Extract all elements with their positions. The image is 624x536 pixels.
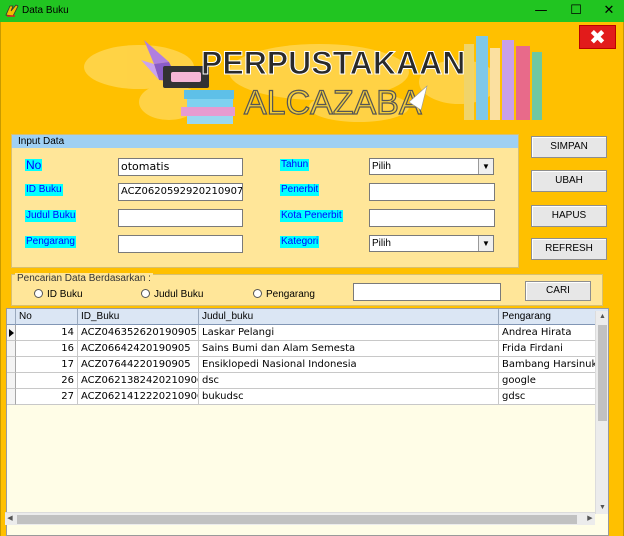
cell-judul-buku[interactable]: bukudsc bbox=[199, 389, 499, 405]
refresh-button[interactable]: REFRESH bbox=[531, 238, 607, 260]
radio-circle-icon bbox=[34, 289, 43, 298]
chevron-down-icon[interactable]: ▼ bbox=[478, 236, 493, 251]
exit-form-button[interactable]: ✖ bbox=[579, 25, 616, 49]
cell-judul-buku[interactable]: Laskar Pelangi bbox=[199, 325, 499, 341]
close-window-button[interactable]: ✕ bbox=[594, 0, 624, 22]
search-group-title: Pencarian Data Berdasarkan : bbox=[15, 273, 153, 284]
app-icon bbox=[5, 4, 19, 17]
banner-subtitle: ALCAZABA bbox=[244, 84, 422, 122]
radio-circle-icon bbox=[141, 289, 150, 298]
radio-pengarang-label: Pengarang bbox=[266, 289, 315, 300]
search-group: Pencarian Data Berdasarkan : ID Buku Jud… bbox=[11, 273, 603, 306]
input-data-header: Input Data bbox=[12, 135, 518, 148]
radio-id-buku[interactable]: ID Buku bbox=[34, 289, 83, 300]
cell-pengarang[interactable]: google bbox=[499, 373, 608, 389]
radio-pengarang[interactable]: Pengarang bbox=[253, 289, 315, 300]
kategori-select-value: Pilih bbox=[372, 238, 391, 249]
cell-id-buku[interactable]: ACZ0621382420210906 bbox=[78, 373, 199, 389]
penerbit-label: Penerbit bbox=[280, 184, 320, 196]
cell-judul-buku[interactable]: dsc bbox=[199, 373, 499, 389]
column-header-no[interactable]: No bbox=[16, 309, 78, 325]
row-selector[interactable] bbox=[7, 341, 16, 357]
horizontal-scroll-thumb[interactable] bbox=[17, 515, 577, 524]
scroll-down-icon[interactable]: ▼ bbox=[596, 502, 609, 514]
row-selector[interactable] bbox=[7, 373, 16, 389]
kota-penerbit-label: Kota Penerbit bbox=[280, 210, 343, 222]
radio-judul-buku-label: Judul Buku bbox=[154, 289, 204, 300]
radio-circle-icon bbox=[253, 289, 262, 298]
judul-buku-field[interactable] bbox=[118, 209, 243, 227]
table-corner-header bbox=[7, 309, 16, 325]
cell-no[interactable]: 27 bbox=[16, 389, 78, 405]
id-buku-label: ID Buku bbox=[25, 184, 63, 196]
penerbit-field[interactable] bbox=[369, 183, 495, 201]
library-banner: PERPUSTAKAAN ALCAZABA bbox=[84, 36, 542, 124]
vertical-scroll-thumb[interactable] bbox=[598, 325, 607, 421]
row-selector[interactable] bbox=[7, 389, 16, 405]
kategori-select[interactable]: Pilih ▼ bbox=[369, 235, 494, 252]
vertical-scrollbar[interactable]: ▲ ▼ bbox=[595, 311, 608, 514]
search-input[interactable] bbox=[353, 283, 501, 301]
scroll-up-icon[interactable]: ▲ bbox=[596, 311, 609, 323]
cell-no[interactable]: 16 bbox=[16, 341, 78, 357]
current-row-arrow-icon bbox=[9, 329, 14, 337]
maximize-button[interactable]: ☐ bbox=[561, 0, 591, 22]
kategori-label: Kategori bbox=[280, 236, 320, 248]
books-table[interactable]: No ID_Buku Judul_buku Pengarang 14 ACZ04… bbox=[6, 308, 609, 536]
column-header-pengarang[interactable]: Pengarang bbox=[499, 309, 608, 325]
tahun-label: Tahun bbox=[280, 159, 310, 171]
scroll-right-icon[interactable]: ▶ bbox=[585, 513, 595, 525]
cell-pengarang[interactable]: gdsc bbox=[499, 389, 608, 405]
title-bar: Data Buku — ☐ ✕ bbox=[0, 0, 624, 22]
cell-no[interactable]: 14 bbox=[16, 325, 78, 341]
cell-id-buku[interactable]: ACZ07644220190905 bbox=[78, 357, 199, 373]
simpan-button[interactable]: SIMPAN bbox=[531, 136, 607, 158]
radio-judul-buku[interactable]: Judul Buku bbox=[141, 289, 203, 300]
cell-id-buku[interactable]: ACZ06642420190905 bbox=[78, 341, 199, 357]
pengarang-label: Pengarang bbox=[25, 236, 76, 248]
ubah-button[interactable]: UBAH bbox=[531, 170, 607, 192]
cell-pengarang[interactable]: Andrea Hirata bbox=[499, 325, 608, 341]
column-header-id-buku[interactable]: ID_Buku bbox=[78, 309, 199, 325]
cell-judul-buku[interactable]: Ensiklopedi Nasional Indonesia bbox=[199, 357, 499, 373]
no-label: No bbox=[25, 158, 43, 172]
cell-pengarang[interactable]: Bambang Harsinuksmo bbox=[499, 357, 608, 373]
cell-pengarang[interactable]: Frida Firdani bbox=[499, 341, 608, 357]
cell-no[interactable]: 26 bbox=[16, 373, 78, 389]
row-selector[interactable] bbox=[7, 357, 16, 373]
cell-no[interactable]: 17 bbox=[16, 357, 78, 373]
input-data-group: Input Data No otomatis ID Buku ACZ062059… bbox=[11, 134, 519, 268]
column-header-judul-buku[interactable]: Judul_buku bbox=[199, 309, 499, 325]
kota-penerbit-field[interactable] bbox=[369, 209, 495, 227]
row-selector[interactable] bbox=[7, 325, 16, 341]
cell-id-buku[interactable]: ACZ0621412220210906 bbox=[78, 389, 199, 405]
hapus-button[interactable]: HAPUS bbox=[531, 205, 607, 227]
banner-title: PERPUSTAKAAN bbox=[201, 45, 465, 81]
cell-judul-buku[interactable]: Sains Bumi dan Alam Semesta bbox=[199, 341, 499, 357]
id-buku-field[interactable]: ACZ0620592920210907 bbox=[118, 183, 243, 201]
cell-id-buku[interactable]: ACZ046352620190905 bbox=[78, 325, 199, 341]
window-title: Data Buku bbox=[22, 5, 69, 16]
radio-id-buku-label: ID Buku bbox=[47, 289, 83, 300]
form-client-area: PERPUSTAKAAN ALCAZABA ✖ Input Data No ot… bbox=[0, 22, 624, 536]
judul-buku-label: Judul Buku bbox=[25, 210, 77, 222]
scroll-left-icon[interactable]: ◀ bbox=[5, 513, 15, 525]
chevron-down-icon[interactable]: ▼ bbox=[478, 159, 493, 174]
horizontal-scrollbar[interactable]: ◀ ▶ bbox=[5, 512, 595, 525]
cari-button[interactable]: CARI bbox=[525, 281, 591, 301]
tahun-select-value: Pilih bbox=[372, 161, 391, 172]
no-field[interactable]: otomatis bbox=[118, 158, 243, 176]
tahun-select[interactable]: Pilih ▼ bbox=[369, 158, 494, 175]
pengarang-field[interactable] bbox=[118, 235, 243, 253]
minimize-button[interactable]: — bbox=[526, 0, 556, 22]
